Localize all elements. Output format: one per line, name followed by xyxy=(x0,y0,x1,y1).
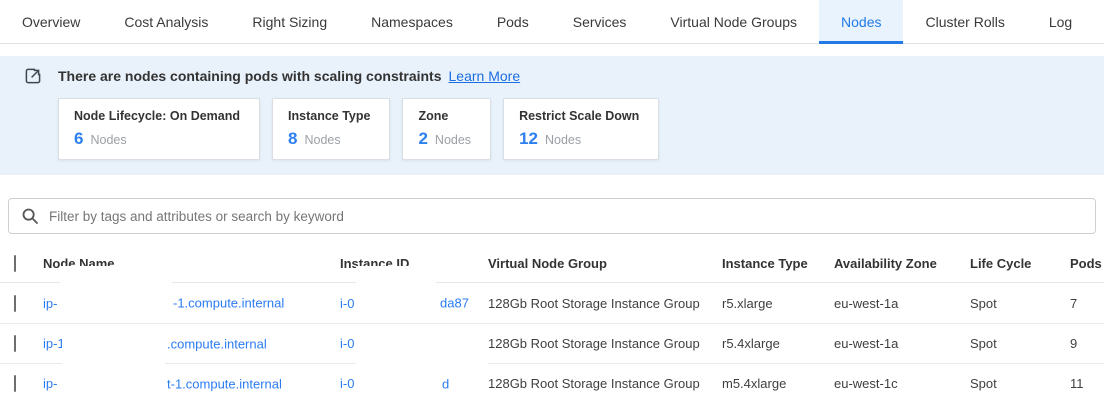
availability-zone-cell: eu-west-1c xyxy=(834,376,970,391)
column-header-virtual-node-group[interactable]: Virtual Node Group xyxy=(488,256,722,271)
pods-cell: 9 xyxy=(1062,336,1104,351)
virtual-node-group-cell: 128Gb Root Storage Instance Group xyxy=(488,296,722,311)
search-icon xyxy=(21,207,39,225)
node-name-suffix: t-1.compute.internal xyxy=(167,376,282,391)
constraint-cards: Node Lifecycle: On Demand 6 Nodes Instan… xyxy=(58,98,1104,160)
select-all-checkbox[interactable] xyxy=(14,255,16,272)
scale-up-icon xyxy=(24,67,42,85)
instance-id-prefix: i-0 xyxy=(340,296,354,311)
node-name-prefix: ip- xyxy=(43,376,57,391)
redaction-box xyxy=(62,327,165,365)
card-value: 8 Nodes xyxy=(288,129,370,149)
card-instance-type[interactable]: Instance Type 8 Nodes xyxy=(272,98,390,160)
scaling-constraints-banner: There are nodes containing pods with sca… xyxy=(0,56,1104,175)
instance-type-cell: r5.4xlarge xyxy=(722,336,834,351)
card-value: 6 Nodes xyxy=(74,129,240,149)
availability-zone-cell: eu-west-1a xyxy=(834,336,970,351)
filter-search-bar xyxy=(8,198,1096,234)
card-count: 8 xyxy=(288,129,297,149)
table-row: ip- -1.compute.internal i-0 da87 128Gb R… xyxy=(0,283,1104,323)
node-name-prefix: ip- xyxy=(43,296,57,311)
node-name-suffix: -1.compute.internal xyxy=(173,296,284,311)
card-title: Restrict Scale Down xyxy=(519,109,639,123)
card-node-lifecycle-on-demand[interactable]: Node Lifecycle: On Demand 6 Nodes xyxy=(58,98,260,160)
card-title: Instance Type xyxy=(288,109,370,123)
card-unit: Nodes xyxy=(545,133,581,147)
life-cycle-cell: Spot xyxy=(970,336,1062,351)
instance-id-prefix: i-0 xyxy=(340,336,354,351)
tab-nodes[interactable]: Nodes xyxy=(819,0,903,43)
tab-right-sizing[interactable]: Right Sizing xyxy=(230,0,349,43)
redaction-box xyxy=(355,366,441,402)
card-count: 6 xyxy=(74,129,83,149)
search-input[interactable] xyxy=(49,209,1083,224)
tab-pods[interactable]: Pods xyxy=(475,0,551,43)
node-name-suffix: .compute.internal xyxy=(167,336,267,351)
pods-cell: 7 xyxy=(1062,296,1104,311)
column-header-pods[interactable]: Pods xyxy=(1062,256,1104,271)
virtual-node-group-cell: 128Gb Root Storage Instance Group xyxy=(488,336,722,351)
instance-id-suffix: d xyxy=(442,376,449,391)
tab-bar: Overview Cost Analysis Right Sizing Name… xyxy=(0,0,1104,44)
tab-virtual-node-groups[interactable]: Virtual Node Groups xyxy=(648,0,819,43)
card-title: Node Lifecycle: On Demand xyxy=(74,109,240,123)
tab-namespaces[interactable]: Namespaces xyxy=(349,0,475,43)
card-value: 12 Nodes xyxy=(519,129,639,149)
card-unit: Nodes xyxy=(90,133,126,147)
card-value: 2 Nodes xyxy=(418,129,471,149)
instance-type-cell: m5.4xlarge xyxy=(722,376,834,391)
learn-more-link[interactable]: Learn More xyxy=(449,68,521,84)
card-count: 2 xyxy=(418,129,427,149)
column-header-life-cycle[interactable]: Life Cycle xyxy=(970,256,1062,271)
card-restrict-scale-down[interactable]: Restrict Scale Down 12 Nodes xyxy=(503,98,659,160)
nodes-table: Node Name Instance ID Virtual Node Group… xyxy=(0,245,1104,403)
tab-overview[interactable]: Overview xyxy=(0,0,102,43)
pods-cell: 11 xyxy=(1062,376,1104,391)
card-zone[interactable]: Zone 2 Nodes xyxy=(402,98,491,160)
card-count: 12 xyxy=(519,129,538,149)
redaction-box xyxy=(60,266,172,302)
banner-text: There are nodes containing pods with sca… xyxy=(58,68,442,84)
life-cycle-cell: Spot xyxy=(970,376,1062,391)
card-unit: Nodes xyxy=(435,133,471,147)
table-row: ip- t-1.compute.internal i-0 d 128Gb Roo… xyxy=(0,363,1104,403)
life-cycle-cell: Spot xyxy=(970,296,1062,311)
redaction-box xyxy=(356,327,488,365)
instance-type-cell: r5.xlarge xyxy=(722,296,834,311)
tab-cost-analysis[interactable]: Cost Analysis xyxy=(102,0,230,43)
virtual-node-group-cell: 128Gb Root Storage Instance Group xyxy=(488,376,722,391)
tab-services[interactable]: Services xyxy=(551,0,649,43)
column-header-instance-type[interactable]: Instance Type xyxy=(722,256,834,271)
redaction-box xyxy=(60,366,165,402)
card-title: Zone xyxy=(418,109,471,123)
redaction-box xyxy=(356,266,436,302)
tab-cluster-rolls[interactable]: Cluster Rolls xyxy=(903,0,1026,43)
card-unit: Nodes xyxy=(304,133,340,147)
column-header-availability-zone[interactable]: Availability Zone xyxy=(834,256,970,271)
availability-zone-cell: eu-west-1a xyxy=(834,296,970,311)
row-checkbox[interactable] xyxy=(14,295,16,312)
tab-log[interactable]: Log xyxy=(1027,0,1094,43)
banner-message-row: There are nodes containing pods with sca… xyxy=(24,67,1104,85)
row-checkbox[interactable] xyxy=(14,335,16,352)
row-checkbox[interactable] xyxy=(14,375,16,392)
instance-id-suffix: da87 xyxy=(440,296,469,311)
table-row: ip-1 .compute.internal i-0 128Gb Root St… xyxy=(0,323,1104,363)
instance-id-prefix: i-0 xyxy=(340,376,354,391)
